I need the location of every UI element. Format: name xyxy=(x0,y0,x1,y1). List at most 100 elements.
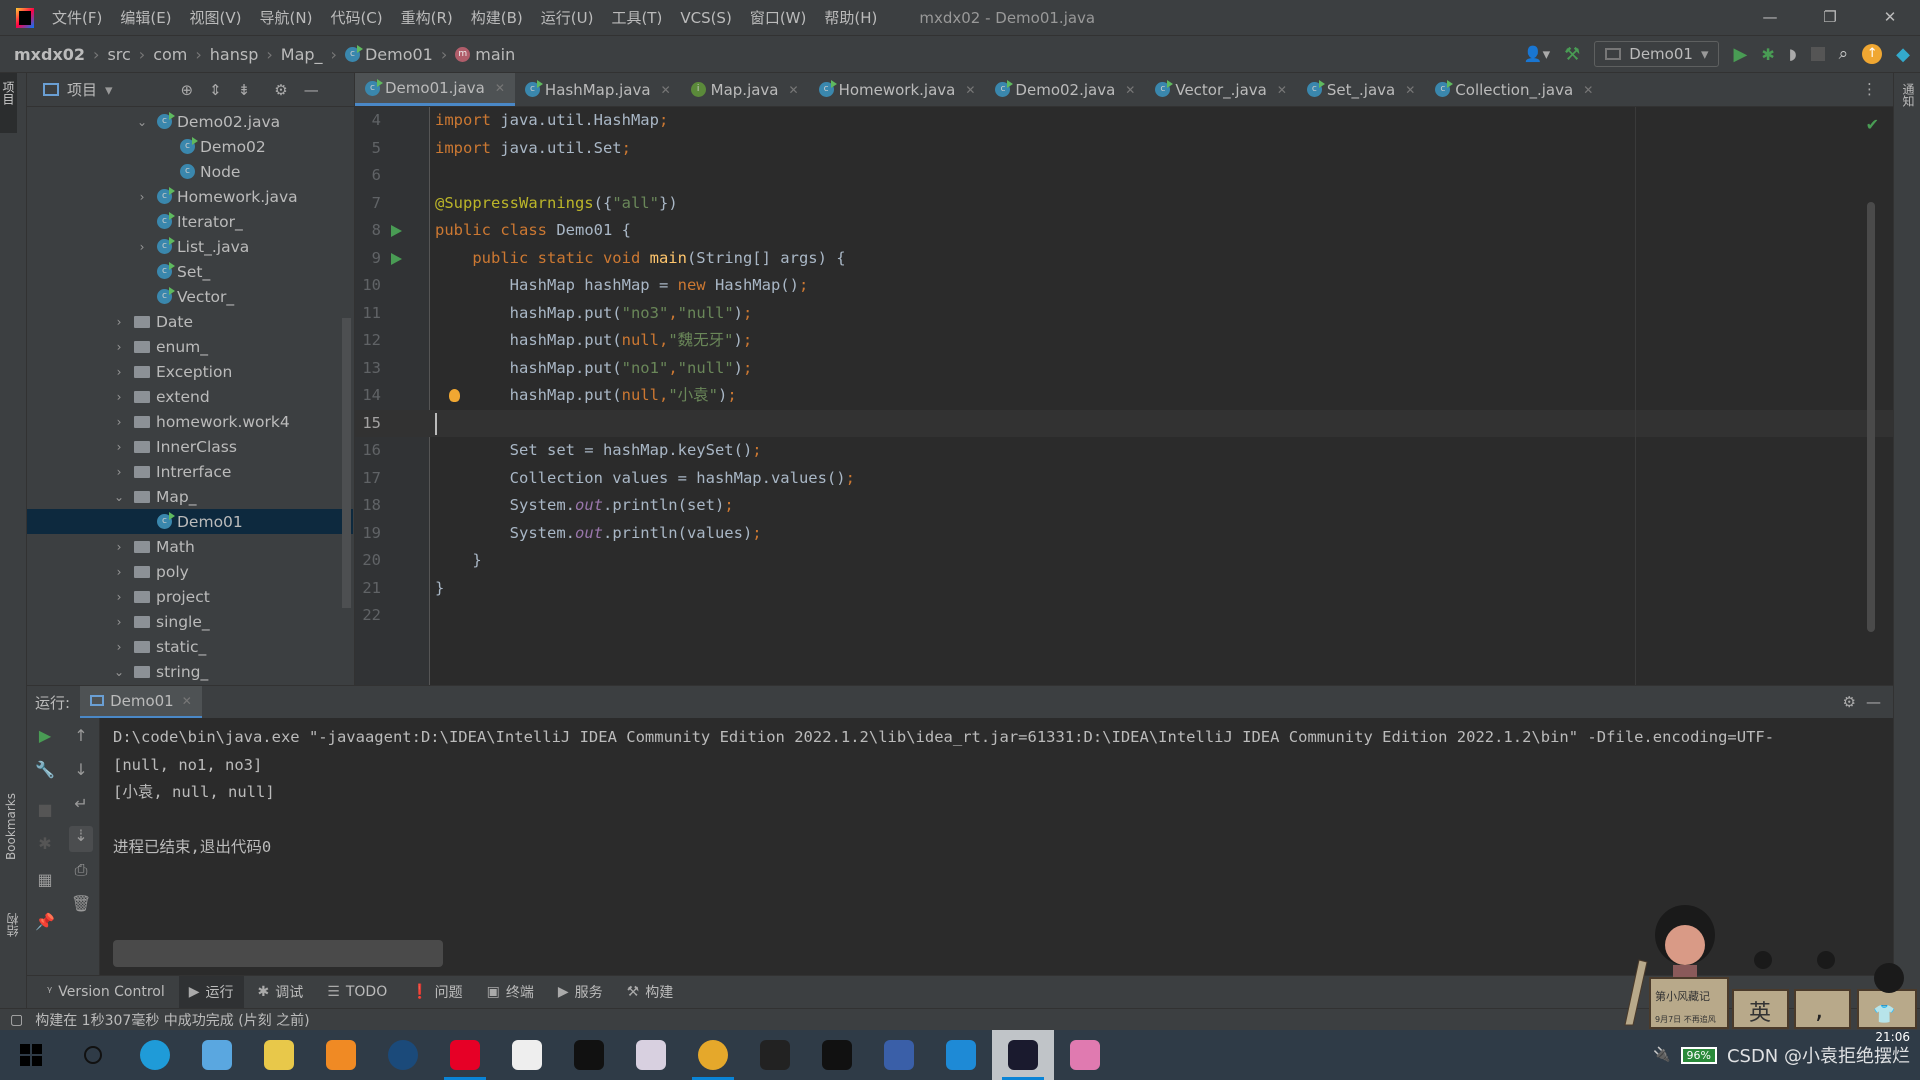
editor-tab[interactable]: c Vector_.java ✕ xyxy=(1145,73,1297,106)
update-icon[interactable]: ↑ xyxy=(1862,44,1883,64)
close-button[interactable]: ✕ xyxy=(1860,0,1920,35)
taskbar-epic-games[interactable] xyxy=(558,1030,620,1080)
structure-tool-button[interactable]: 结构 xyxy=(4,913,21,937)
taskbar-steam[interactable] xyxy=(372,1030,434,1080)
search-icon[interactable]: ⌕ xyxy=(1839,44,1849,64)
taskbar-raccoon-app[interactable] xyxy=(248,1030,310,1080)
line-number[interactable]: 10 xyxy=(355,272,381,300)
taskbar-search[interactable] xyxy=(62,1030,124,1080)
tool-window-button[interactable]: ᵞ Version Control xyxy=(37,976,175,1009)
line-number[interactable]: 13 xyxy=(355,355,381,383)
tool-window-button[interactable]: ⚒ 构建 xyxy=(617,976,684,1009)
coverage-icon[interactable]: ◗ xyxy=(1789,45,1797,63)
tool-window-button[interactable]: ❗ 问题 xyxy=(401,976,472,1009)
tree-item[interactable]: c Demo01 xyxy=(27,509,353,534)
trash-icon[interactable]: 🗑 xyxy=(71,894,91,913)
expand-chevron-icon[interactable]: › xyxy=(112,640,126,654)
breadcrumb-method[interactable]: main xyxy=(475,45,515,64)
menu-item[interactable]: 构建(B) xyxy=(471,9,523,27)
expand-chevron-icon[interactable]: ⌄ xyxy=(135,115,149,129)
locate-icon[interactable]: ⊕ xyxy=(181,81,194,99)
tool-window-button[interactable]: ▣ 终端 xyxy=(477,976,544,1009)
tree-item[interactable]: ⌄ c Demo02.java xyxy=(27,109,353,134)
editor-tab[interactable]: c Homework.java ✕ xyxy=(809,73,986,106)
tool-window-button[interactable]: ☰ TODO xyxy=(317,976,397,1009)
taskbar-dev-cpp[interactable] xyxy=(868,1030,930,1080)
close-tab-icon[interactable]: ✕ xyxy=(1583,83,1593,97)
close-tab-icon[interactable]: ✕ xyxy=(1405,83,1415,97)
expand-chevron-icon[interactable]: › xyxy=(112,565,126,579)
close-tab-icon[interactable]: ✕ xyxy=(495,81,505,95)
tree-item[interactable]: › static_ xyxy=(27,634,353,659)
run-gutter-icon[interactable] xyxy=(391,252,402,265)
close-tab-icon[interactable]: ✕ xyxy=(789,83,799,97)
menu-item[interactable]: 帮助(H) xyxy=(824,9,877,27)
breadcrumb-src[interactable]: src xyxy=(107,45,130,64)
scroll-to-end-icon[interactable]: ⇣ xyxy=(69,826,93,852)
expand-chevron-icon[interactable]: ⌄ xyxy=(112,665,126,679)
taskbar-everything-search[interactable] xyxy=(310,1030,372,1080)
run-tab-demo01[interactable]: Demo01 ✕ xyxy=(80,685,202,719)
menu-item[interactable]: 窗口(W) xyxy=(750,9,807,27)
restore-button[interactable]: ❐ xyxy=(1800,0,1860,35)
expand-chevron-icon[interactable]: › xyxy=(112,365,126,379)
tree-item[interactable]: › poly xyxy=(27,559,353,584)
editor-tab[interactable]: c HashMap.java ✕ xyxy=(515,73,681,106)
tree-item[interactable]: › project xyxy=(27,584,353,609)
expand-chevron-icon[interactable]: › xyxy=(112,590,126,604)
taskbar-edge[interactable] xyxy=(124,1030,186,1080)
notifications-tool-button[interactable]: 通知 xyxy=(1894,73,1917,107)
menu-item[interactable]: 运行(U) xyxy=(541,9,594,27)
taskbar-anime-app[interactable] xyxy=(620,1030,682,1080)
close-tab-icon[interactable]: ✕ xyxy=(965,83,975,97)
editor-tab[interactable]: c Demo02.java ✕ xyxy=(985,73,1145,106)
taskbar-colorful-app[interactable] xyxy=(1054,1030,1116,1080)
breadcrumb-hansp[interactable]: hansp xyxy=(210,45,259,64)
expand-chevron-icon[interactable]: › xyxy=(112,440,126,454)
tree-item[interactable]: ⌄ Map_ xyxy=(27,484,353,509)
tree-item[interactable]: c Set_ xyxy=(27,259,353,284)
gear-icon[interactable]: ⚙ xyxy=(274,81,287,99)
stop-run-icon[interactable]: ■ xyxy=(35,800,55,819)
line-number[interactable]: 4 xyxy=(355,107,381,135)
line-number[interactable]: 18 xyxy=(355,492,381,520)
tree-item[interactable]: › c Homework.java xyxy=(27,184,353,209)
breadcrumb-class[interactable]: Demo01 xyxy=(365,45,433,64)
expand-chevron-icon[interactable]: › xyxy=(112,340,126,354)
breadcrumb-com[interactable]: com xyxy=(153,45,187,64)
editor-tab[interactable]: c Set_.java ✕ xyxy=(1297,73,1425,106)
line-number[interactable]: 19 xyxy=(355,520,381,548)
menu-item[interactable]: 代码(C) xyxy=(330,9,382,27)
line-number[interactable]: 8 xyxy=(355,217,381,245)
line-number[interactable]: 6 xyxy=(355,162,381,190)
expand-chevron-icon[interactable]: › xyxy=(112,390,126,404)
menu-item[interactable]: 视图(V) xyxy=(190,9,242,27)
expand-chevron-icon[interactable]: › xyxy=(112,615,126,629)
menu-item[interactable]: 导航(N) xyxy=(260,9,313,27)
tool-window-button[interactable]: ✱ 调试 xyxy=(248,976,314,1009)
expand-chevron-icon[interactable]: ⌄ xyxy=(112,490,126,504)
expand-chevron-icon[interactable]: › xyxy=(112,415,126,429)
expand-chevron-icon[interactable]: › xyxy=(135,240,149,254)
tool-window-button[interactable]: ▶ 服务 xyxy=(548,976,613,1009)
battery-indicator[interactable]: 96% xyxy=(1680,1046,1717,1064)
build-hammer-icon[interactable]: ⚒ xyxy=(1564,44,1580,65)
menu-item[interactable]: VCS(S) xyxy=(680,9,731,27)
tree-item[interactable]: › c List_.java xyxy=(27,234,353,259)
tool-window-button[interactable]: ▶ 运行 xyxy=(178,975,244,1009)
tree-item[interactable]: › extend xyxy=(27,384,353,409)
breadcrumb-project[interactable]: mxdx02 xyxy=(14,45,85,64)
console-scrollbar[interactable] xyxy=(113,939,443,967)
plugin-icon[interactable]: ◆ xyxy=(1896,44,1910,65)
line-number[interactable]: 21 xyxy=(355,575,381,603)
taskbar-netease-music[interactable] xyxy=(434,1030,496,1080)
debug-icon[interactable]: ✱ xyxy=(1761,45,1774,64)
expand-chevron-icon[interactable]: › xyxy=(112,465,126,479)
taskbar-g-app[interactable] xyxy=(744,1030,806,1080)
line-number[interactable]: 15 xyxy=(355,410,381,438)
taskbar-computer[interactable] xyxy=(186,1030,248,1080)
taskbar-bolt-app[interactable] xyxy=(496,1030,558,1080)
wrench-icon[interactable]: 🔧 xyxy=(35,760,55,779)
layout-icon[interactable]: ▦ xyxy=(35,870,55,889)
close-tab-icon[interactable]: ✕ xyxy=(661,83,671,97)
